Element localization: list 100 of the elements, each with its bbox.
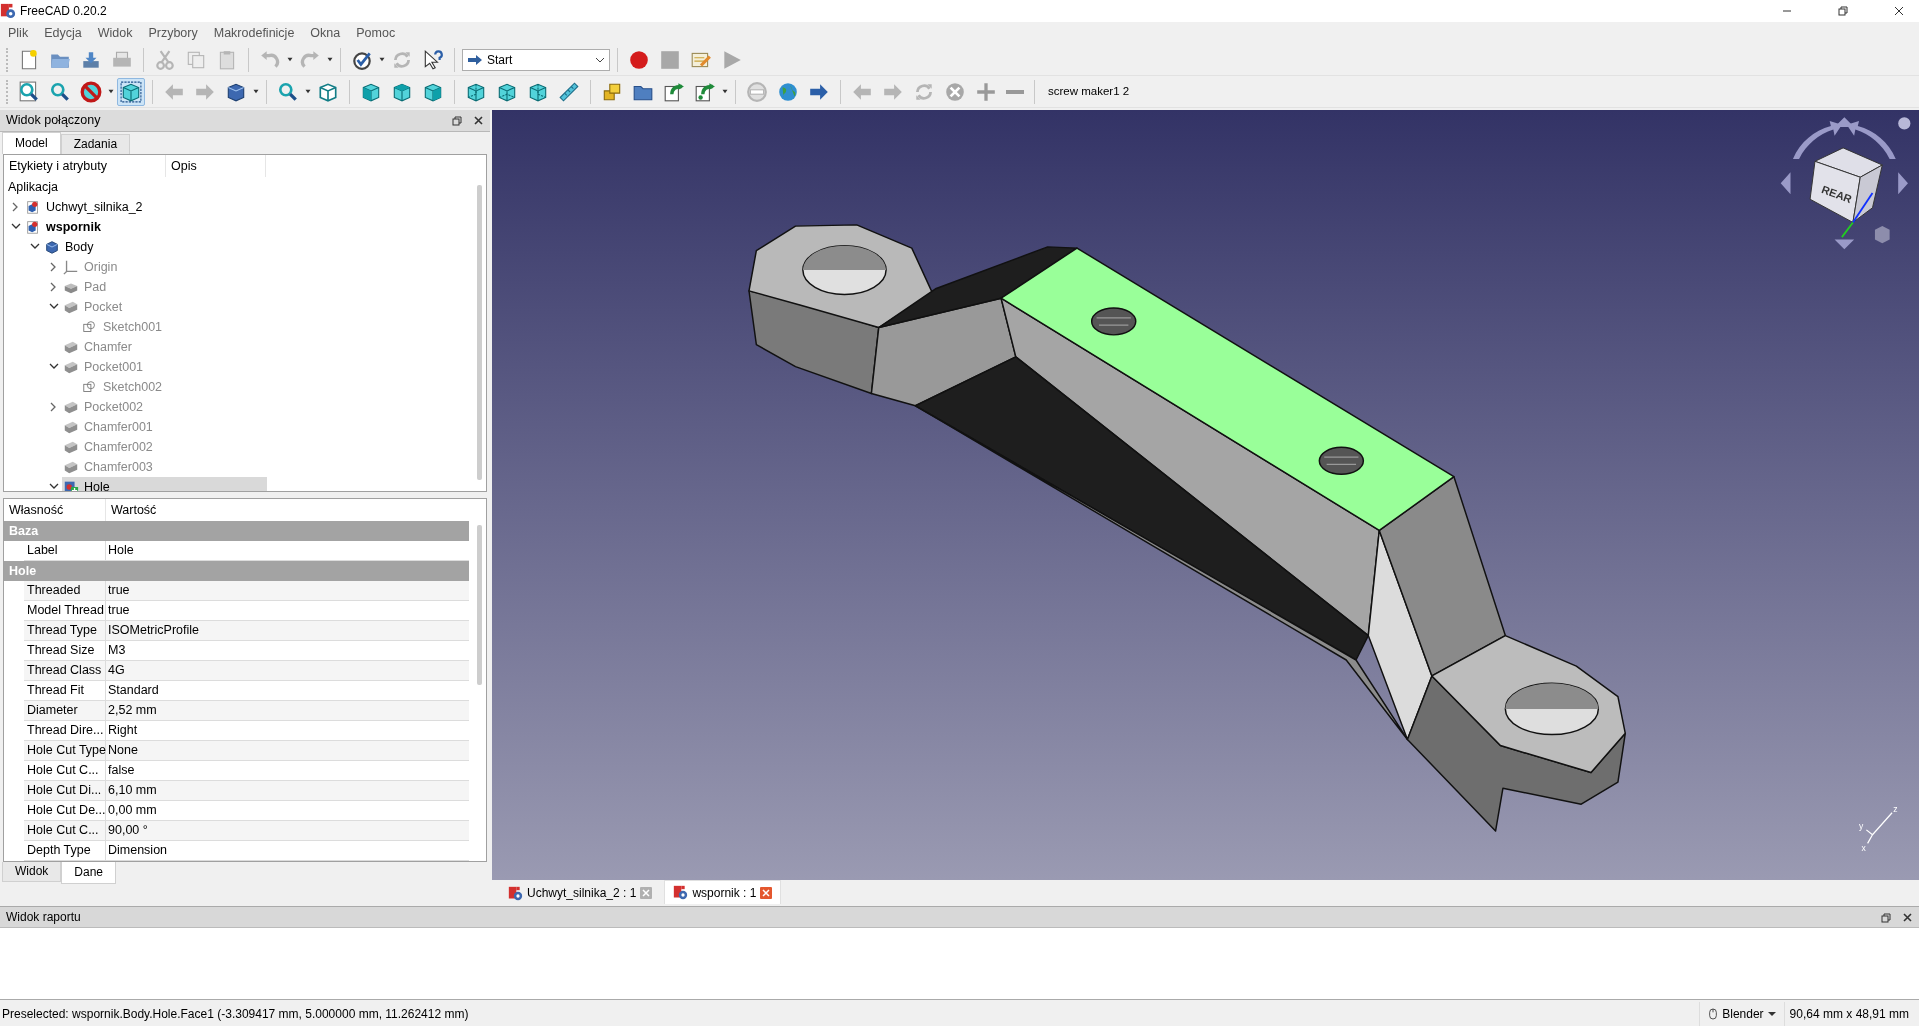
body-icon — [44, 239, 60, 255]
tree-item[interactable]: wspornik — [24, 217, 267, 237]
tree-item[interactable]: Pocket — [62, 297, 267, 317]
property-value[interactable]: 2,52 mm — [106, 701, 469, 721]
workbench-dropdown[interactable]: Start — [462, 48, 610, 71]
bounding-box-button[interactable] — [117, 77, 145, 106]
navigation-cube-drawing[interactable]: REAR — [1780, 117, 1911, 250]
tree-item[interactable]: Sketch001 — [81, 317, 267, 337]
restore-icon[interactable] — [1837, 5, 1849, 17]
property-value[interactable]: None — [106, 741, 469, 761]
feature-icon — [63, 299, 79, 315]
globe-icon — [777, 80, 799, 103]
app-logo-icon — [673, 885, 689, 900]
menu-item[interactable]: Edycja — [36, 23, 90, 43]
caret-icon[interactable] — [327, 57, 333, 62]
caret-icon[interactable] — [253, 89, 259, 94]
feature-icon — [63, 439, 79, 455]
property-value[interactable]: 6,10 mm — [106, 781, 469, 801]
close-icon[interactable] — [473, 115, 484, 126]
caret-icon[interactable] — [379, 57, 385, 62]
redo-icon — [299, 48, 321, 71]
panel-title: Widok raportu — [6, 909, 81, 926]
property-value[interactable]: Dimension — [106, 841, 469, 861]
close-icon[interactable] — [1902, 911, 1913, 923]
close-tab-icon[interactable] — [760, 886, 773, 899]
caret-icon[interactable] — [722, 89, 728, 94]
tab[interactable]: Widok — [2, 862, 62, 882]
document-tab[interactable]: wspornik : 1 — [664, 880, 782, 904]
navigation-style-dropdown[interactable]: Blender — [1699, 1002, 1785, 1026]
ruler-icon — [558, 80, 580, 103]
cut-icon — [154, 48, 176, 71]
scrollbar[interactable] — [477, 185, 482, 480]
axes-icon — [63, 259, 79, 275]
close-icon[interactable] — [1893, 5, 1905, 17]
collapse-chevron-icon[interactable] — [49, 482, 59, 491]
property-value[interactable]: 90,00 ° — [106, 821, 469, 841]
menu-item[interactable]: Widok — [89, 23, 141, 43]
float-icon[interactable] — [452, 115, 463, 126]
3d-viewport[interactable]: REAR z y x — [492, 110, 1919, 880]
property-name: Thread Type — [24, 621, 106, 641]
column-header[interactable]: Opis — [166, 155, 266, 177]
tree-item[interactable]: Chamfer003 — [62, 457, 267, 477]
tree-item[interactable]: Chamfer — [62, 337, 267, 357]
chevron-down-icon — [595, 55, 605, 64]
tab[interactable]: Model — [2, 132, 61, 154]
panel-title: Widok połączony — [6, 112, 101, 130]
column-header[interactable]: Etykiety i atrybuty — [4, 155, 166, 177]
tree-item[interactable]: Sketch002 — [81, 377, 267, 397]
feature-icon — [63, 339, 79, 355]
property-name: Thread Class — [24, 661, 106, 681]
arrow-right-icon — [467, 52, 483, 67]
tree-item[interactable]: Hole — [62, 477, 267, 491]
app-logo-icon — [508, 885, 523, 901]
property-value[interactable]: 4G — [106, 661, 469, 681]
tree-item[interactable]: Chamfer002 — [62, 437, 267, 457]
float-icon[interactable] — [1881, 911, 1892, 923]
property-name: Threaded — [24, 581, 106, 601]
feature-icon — [63, 459, 79, 475]
tree-item[interactable]: Uchwyt_silnika_2 — [24, 197, 267, 217]
column-header[interactable]: Wartość — [106, 499, 206, 521]
caret-icon — [1767, 1011, 1776, 1017]
menu-item[interactable]: Makrodefinicje — [205, 23, 303, 43]
property-name: Hole Cut C... — [24, 821, 106, 841]
menu-item[interactable]: Okna — [302, 23, 349, 43]
property-name: Diameter — [24, 701, 106, 721]
tree-item[interactable]: Body — [43, 237, 267, 257]
caret-icon[interactable] — [108, 89, 114, 94]
fit-all-icon — [18, 80, 40, 103]
sketch-icon — [82, 319, 98, 335]
section-icon — [746, 80, 768, 103]
property-name: Hole Cut Type — [24, 741, 106, 761]
caret-icon[interactable] — [287, 57, 293, 62]
tree-item[interactable]: Origin — [62, 257, 267, 277]
tree-root-label: Aplikacja — [8, 178, 59, 196]
property-value[interactable]: true — [106, 581, 469, 601]
tree-item[interactable]: Pocket002 — [62, 397, 267, 417]
property-name: Hole Cut Di... — [24, 781, 106, 801]
menu-item[interactable]: Przybory — [140, 23, 206, 43]
feature-icon — [63, 399, 79, 415]
tree-item[interactable]: Pocket001 — [62, 357, 267, 377]
bounding-box-icon — [120, 80, 142, 103]
menu-item[interactable]: Pomoc — [348, 23, 404, 43]
property-value[interactable]: ISOMetricProfile — [106, 621, 469, 641]
macro-button[interactable]: screw maker1 2 — [1042, 80, 1136, 103]
tree-item[interactable]: Pad — [62, 277, 267, 297]
sketch-icon — [82, 379, 98, 395]
stop-icon — [659, 48, 681, 71]
tree-item[interactable]: Chamfer001 — [62, 417, 267, 437]
tab[interactable]: Zadania — [60, 134, 131, 154]
tab[interactable]: Dane — [61, 862, 117, 884]
scrollbar[interactable] — [477, 525, 482, 685]
status-message: Preselected: wspornik.Body.Hole.Face1 (-3.309417 mm, 5.000000 mm, 11.262412 mm) — [1, 1006, 469, 1023]
bracket-drawing[interactable] — [748, 224, 1626, 832]
menu-item[interactable]: Plik — [0, 23, 37, 43]
record-icon — [628, 48, 650, 71]
axis-triad-drawing: z y x — [1859, 803, 1898, 853]
caret-icon[interactable] — [305, 89, 311, 94]
feature-icon — [63, 359, 79, 375]
document-icon — [25, 199, 41, 215]
window-title: FreeCAD 0.20.2 — [20, 3, 107, 20]
